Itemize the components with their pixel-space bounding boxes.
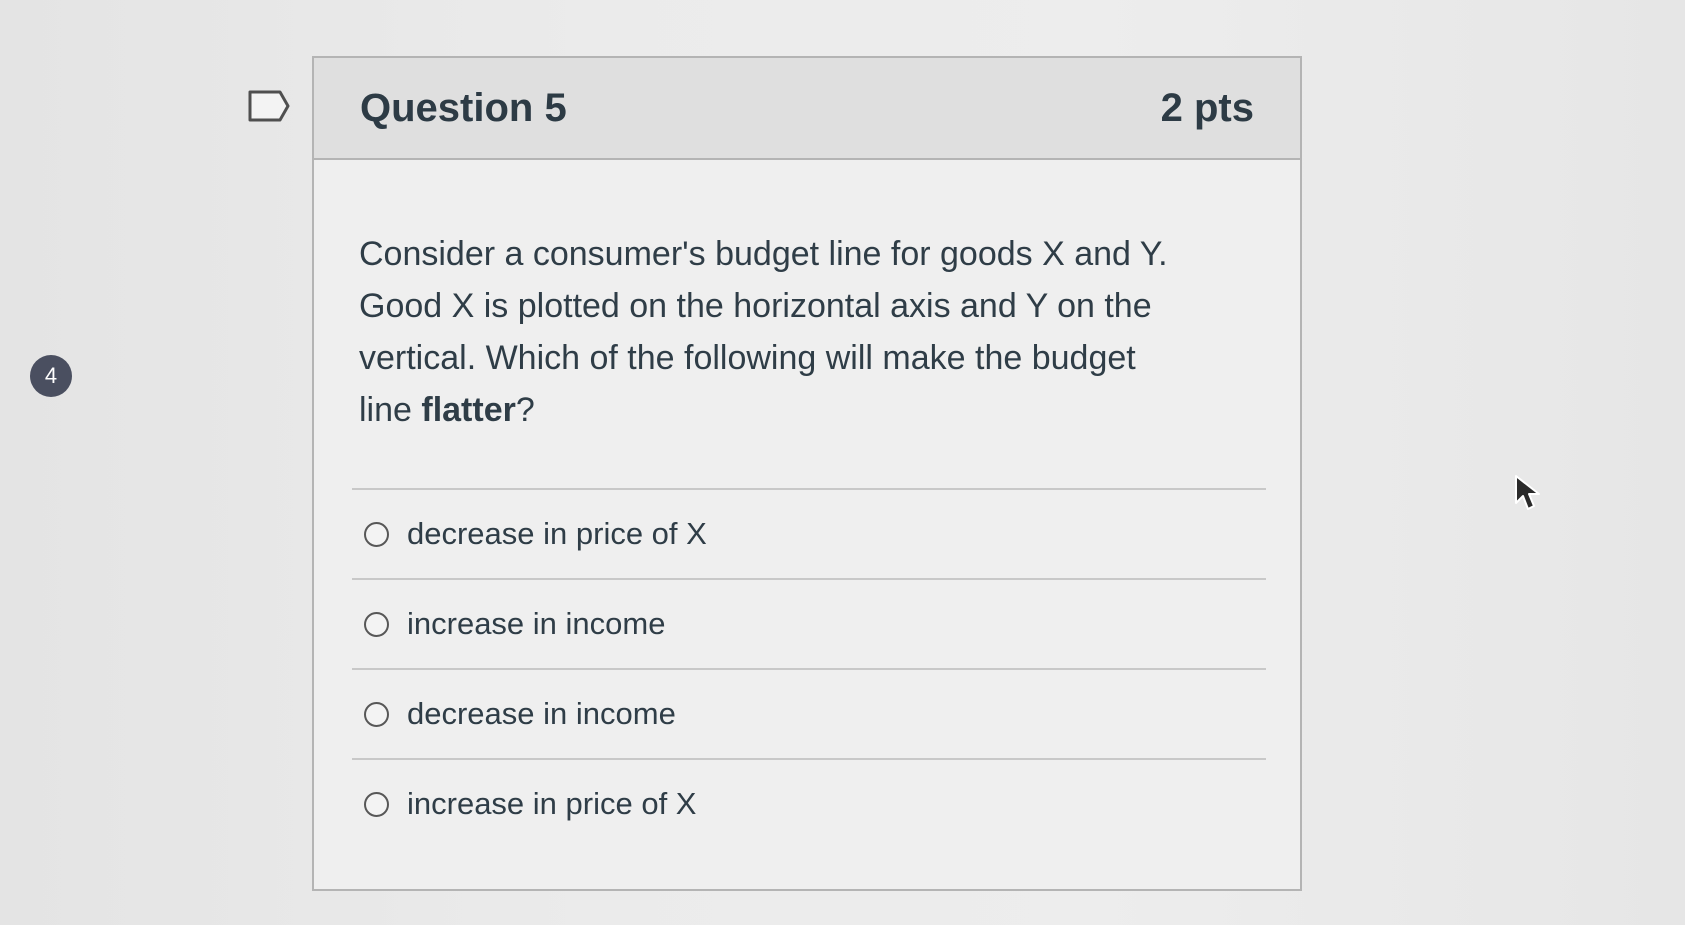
question-title: Question 5 — [360, 85, 567, 130]
answer-list: decrease in price of X increase in incom… — [352, 488, 1266, 848]
question-number-badge[interactable]: 4 — [30, 355, 72, 397]
quiz-page: 4 Question 5 2 pts Consider a consumer's… — [0, 0, 1685, 925]
mouse-pointer-icon — [1515, 475, 1540, 510]
answer-label: decrease in income — [407, 696, 676, 731]
question-header: Question 5 2 pts — [314, 58, 1300, 160]
radio-button[interactable] — [364, 701, 389, 727]
answer-option-decrease-income[interactable]: decrease in income — [352, 670, 1266, 758]
answer-option-increase-price-x[interactable]: increase in price of X — [352, 760, 1266, 848]
answer-label: decrease in price of X — [407, 516, 707, 551]
answer-option-increase-income[interactable]: increase in income — [352, 580, 1266, 668]
question-body: Consider a consumer's budget line for go… — [314, 160, 1300, 436]
question-text-emphasis: flatter — [421, 391, 516, 429]
answer-label: increase in price of X — [407, 786, 697, 821]
question-points: 2 pts — [1160, 85, 1254, 130]
answer-label: increase in income — [407, 606, 666, 641]
answer-option-decrease-price-x[interactable]: decrease in price of X — [352, 490, 1266, 578]
question-text: Consider a consumer's budget line for go… — [359, 228, 1180, 436]
radio-button[interactable] — [364, 521, 389, 547]
question-card: Question 5 2 pts Consider a consumer's b… — [312, 56, 1302, 891]
flag-outline-icon[interactable] — [246, 88, 292, 124]
radio-button[interactable] — [364, 611, 389, 637]
radio-button[interactable] — [364, 791, 389, 817]
question-text-punctuation: ? — [515, 391, 535, 429]
